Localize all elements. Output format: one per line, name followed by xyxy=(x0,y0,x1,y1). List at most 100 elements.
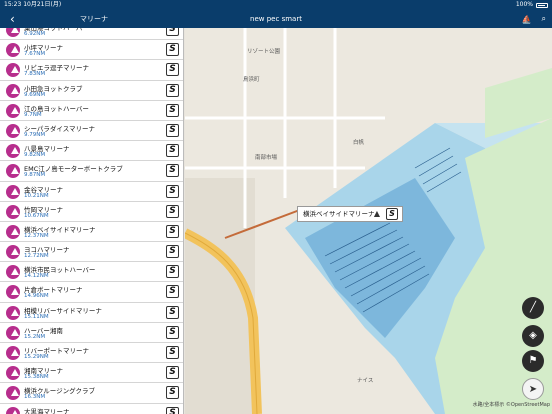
list-item[interactable]: 横浜クルージングクラブ 16.3NM S xyxy=(0,383,183,404)
location-arrow-icon[interactable]: ➤ xyxy=(522,378,544,400)
marina-detail-button[interactable]: S xyxy=(166,83,179,97)
marina-distance: 14.96NM xyxy=(24,293,49,300)
list-item[interactable]: シーパラダイスマリーナ 9.79NM S xyxy=(0,121,183,142)
marina-distance: 14.12NM xyxy=(24,273,49,280)
marina-detail-button[interactable]: S xyxy=(166,245,179,259)
marina-detail-button[interactable]: S xyxy=(166,123,179,137)
marina-icon xyxy=(6,43,20,58)
marina-detail-button[interactable]: S xyxy=(166,265,179,279)
marina-distance: 15.38NM xyxy=(24,374,49,381)
marina-icon xyxy=(6,184,20,199)
map-label-park: リゾート公園 xyxy=(247,49,281,55)
list-item[interactable]: 竹岡マリーナ 10.67NM S xyxy=(0,202,183,222)
status-date: 10月21日(月) xyxy=(23,1,62,8)
marina-distance: 9.79NM xyxy=(24,131,46,138)
marina-icon xyxy=(6,386,20,401)
marina-list[interactable]: 葉山港ヨットハーバー 6.92NM S 小坪マリーナ 7.67NM S リビエラ逗子マリーナ… xyxy=(0,28,184,414)
marina-distance: 6.92NM xyxy=(24,31,46,37)
marina-detail-button[interactable]: S xyxy=(166,103,179,117)
list-item[interactable]: 湘南マリーナ 15.38NM S xyxy=(0,363,183,384)
tide-icon[interactable]: ⛵ xyxy=(522,15,532,24)
marina-icon xyxy=(6,204,20,219)
marina-distance: 7.83NM xyxy=(24,71,46,78)
list-item[interactable]: EMC江ノ島モーターボートクラブ 9.87NM S xyxy=(0,161,183,182)
marina-icon xyxy=(6,144,20,159)
marina-detail-button[interactable]: S xyxy=(166,164,179,178)
status-time: 15:23 xyxy=(4,1,22,8)
map-label-torihama: 鳥浜町 xyxy=(243,77,260,83)
marina-icon xyxy=(6,224,20,239)
list-item[interactable]: 横浜市民ヨットハーバー 14.12NM S xyxy=(0,262,183,283)
marina-icon xyxy=(6,366,20,381)
marina-detail-button[interactable]: S xyxy=(166,204,179,218)
marina-detail-button[interactable]: S xyxy=(166,305,179,319)
callout-detail-button[interactable]: S xyxy=(386,208,398,220)
marina-icon xyxy=(6,346,20,360)
marina-detail-button[interactable]: S xyxy=(166,224,179,238)
marina-distance: 9.82NM xyxy=(24,152,46,159)
search-icon[interactable]: ⌕ xyxy=(542,14,546,24)
marina-distance: 15.29NM xyxy=(24,354,49,360)
list-item[interactable]: 片倉ボートマリーナ 14.96NM S xyxy=(0,282,183,303)
marina-detail-button[interactable]: S xyxy=(166,43,179,57)
map-label-nanbu: 南部市場 xyxy=(255,155,278,161)
marina-distance: 10.21NM xyxy=(24,192,49,199)
marina-detail-button[interactable]: S xyxy=(166,406,179,414)
callout-label: 横浜ベイサイドマリーナ xyxy=(303,210,375,218)
navigation-bar: ‹ マリーナ new pec smart ⛵ ⌕ xyxy=(0,10,552,28)
map-credit: 水路/全本標示 ©OpenStreetMap xyxy=(472,402,550,408)
marina-icon xyxy=(6,28,20,37)
status-bar: 15:23 10月21日(月) 100% xyxy=(0,0,552,10)
marina-detail-button[interactable]: S xyxy=(166,325,179,339)
list-item[interactable]: リビエラ逗子マリーナ 7.83NM S xyxy=(0,60,183,81)
map-label-shirasagi: 白帆 xyxy=(353,140,365,146)
marina-distance: 15.11NM xyxy=(24,313,49,320)
marina-detail-button[interactable]: S xyxy=(166,366,179,380)
marina-icon xyxy=(6,305,20,320)
marina-distance: 12.72NM xyxy=(24,253,49,260)
marina-distance: 16.3NM xyxy=(24,394,46,401)
list-item[interactable]: 横浜ベイサイドマリーナ 12.37NM S xyxy=(0,222,183,243)
marina-distance: 12.37NM xyxy=(24,232,49,239)
list-item[interactable]: 八景島マリーナ 9.82NM S xyxy=(0,141,183,162)
list-item[interactable]: 金谷マリーナ 10.21NM S xyxy=(0,182,183,202)
app-title: new pec smart xyxy=(250,15,302,23)
marina-distance: 15.2NM xyxy=(24,333,46,340)
ruler-icon[interactable]: ╱ xyxy=(522,297,544,319)
list-item[interactable]: 江の島ヨットハーバー 9.7NM S xyxy=(0,101,183,121)
marina-detail-button[interactable]: S xyxy=(166,184,179,198)
list-item[interactable]: 小坪マリーナ 7.67NM S xyxy=(0,40,183,61)
marina-detail-button[interactable]: S xyxy=(166,28,179,36)
marina-icon xyxy=(6,83,20,98)
marina-detail-button[interactable]: S xyxy=(166,285,179,299)
list-item[interactable]: 小田急ヨットクラブ 9.69NM S xyxy=(0,81,183,101)
marina-icon xyxy=(6,325,20,340)
marina-detail-button[interactable]: S xyxy=(166,63,179,77)
navigate-arrow-icon[interactable]: ▲ xyxy=(374,209,380,219)
route-flag-icon[interactable]: ⚑ xyxy=(522,350,544,372)
list-item[interactable]: リバーポートマリーナ 15.29NM S xyxy=(0,343,183,364)
marina-icon xyxy=(6,245,20,260)
marina-icon xyxy=(6,406,20,414)
marina-distance: 10.67NM xyxy=(24,212,49,219)
marina-detail-button[interactable]: S xyxy=(166,386,179,400)
marina-distance: 9.69NM xyxy=(24,91,46,98)
map-label-naisu: ナイス xyxy=(357,378,374,384)
marina-name: 大黒海マリーナ xyxy=(24,407,70,414)
battery-icon xyxy=(536,2,548,8)
marina-detail-button[interactable]: S xyxy=(166,346,179,359)
battery-label: 100% xyxy=(515,1,533,8)
list-item[interactable]: ハーバー湘南 15.2NM S xyxy=(0,323,183,343)
list-item[interactable]: 葉山港ヨットハーバー 6.92NM S xyxy=(0,28,183,41)
layers-icon[interactable]: ◈ xyxy=(522,325,544,347)
marina-callout[interactable]: 横浜ベイサイドマリーナ ▲ S xyxy=(297,206,403,222)
list-item[interactable]: ヨコハマリーナ 12.72NM S xyxy=(0,242,183,263)
marina-distance: 7.67NM xyxy=(24,51,46,58)
list-item[interactable]: 相模リバーサイドマリーナ 15.11NM S xyxy=(0,303,183,323)
marina-distance: 9.87NM xyxy=(24,172,46,179)
list-item[interactable]: 大黒海マリーナ S xyxy=(0,404,183,414)
marina-icon xyxy=(6,103,20,118)
marina-detail-button[interactable]: S xyxy=(166,144,179,158)
marina-icon xyxy=(6,285,20,300)
map-view[interactable]: リゾート公園 鳥浜町 白帆 南部市場 ナイス 横浜ベイサイドマリーナ ▲ S ╱… xyxy=(185,28,552,414)
